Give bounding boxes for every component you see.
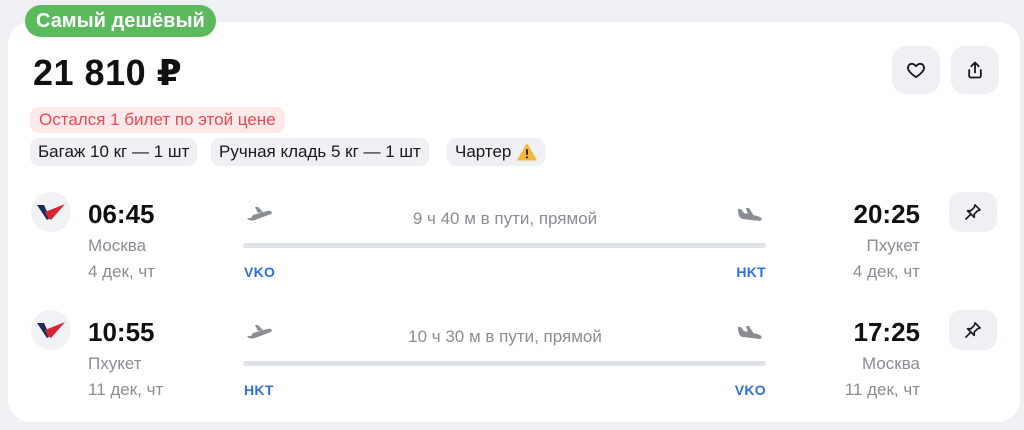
airline-logo (31, 310, 71, 350)
departure-date: 4 дек, чт (88, 262, 156, 281)
route-line (243, 361, 766, 366)
heart-icon (907, 62, 925, 79)
airline-logo (31, 192, 71, 232)
route-line (243, 243, 766, 248)
baggage-tag: Багаж 10 кг — 1 шт (30, 138, 198, 166)
ticket-price: 21 810 ₽ (33, 52, 183, 93)
departure-airport-code: VKO (244, 264, 276, 280)
landing-icon (738, 208, 762, 221)
charter-tag[interactable]: Чартер (447, 138, 546, 166)
share-icon (968, 61, 982, 79)
pin-icon (965, 204, 981, 220)
flight-duration: 9 ч 40 м в пути, прямой (412, 209, 598, 228)
warning-icon (517, 143, 538, 161)
arrival-date: 4 дек, чт (852, 262, 920, 281)
departure-time: 06:45 (88, 199, 155, 229)
cheapest-badge: Самый дешёвый (25, 5, 216, 37)
takeoff-icon (247, 325, 272, 339)
departure-city: Москва (88, 236, 147, 255)
flight-duration: 10 ч 30 м в пути, прямой (408, 327, 602, 346)
pin-segment-button[interactable] (949, 192, 997, 232)
last-ticket-alert: Остался 1 билет по этой цене (30, 107, 285, 133)
arrival-city: Москва (861, 354, 920, 373)
landing-icon (738, 326, 762, 339)
departure-date: 11 дек, чт (88, 380, 164, 399)
departure-city: Пхукет (88, 354, 142, 373)
arrival-date: 11 дек, чт (844, 380, 920, 399)
arrival-airport-code: HKT (736, 264, 766, 280)
pin-segment-button[interactable] (949, 310, 997, 350)
departure-time: 10:55 (88, 317, 155, 347)
favorite-button[interactable] (892, 46, 940, 94)
airline-logo-icon (37, 322, 65, 338)
departure-airport-code: HKT (244, 382, 274, 398)
arrival-city: Пхукет (866, 236, 920, 255)
arrival-time: 20:25 (853, 199, 921, 229)
arrival-time: 17:25 (853, 317, 921, 347)
airline-logo-icon (37, 204, 65, 220)
hand-luggage-tag: Ручная кладь 5 кг — 1 шт (211, 138, 429, 166)
share-button[interactable] (951, 46, 999, 94)
charter-label: Чартер (455, 142, 512, 161)
arrival-airport-code: VKO (734, 382, 766, 398)
pin-icon (965, 322, 981, 338)
takeoff-icon (247, 207, 272, 221)
